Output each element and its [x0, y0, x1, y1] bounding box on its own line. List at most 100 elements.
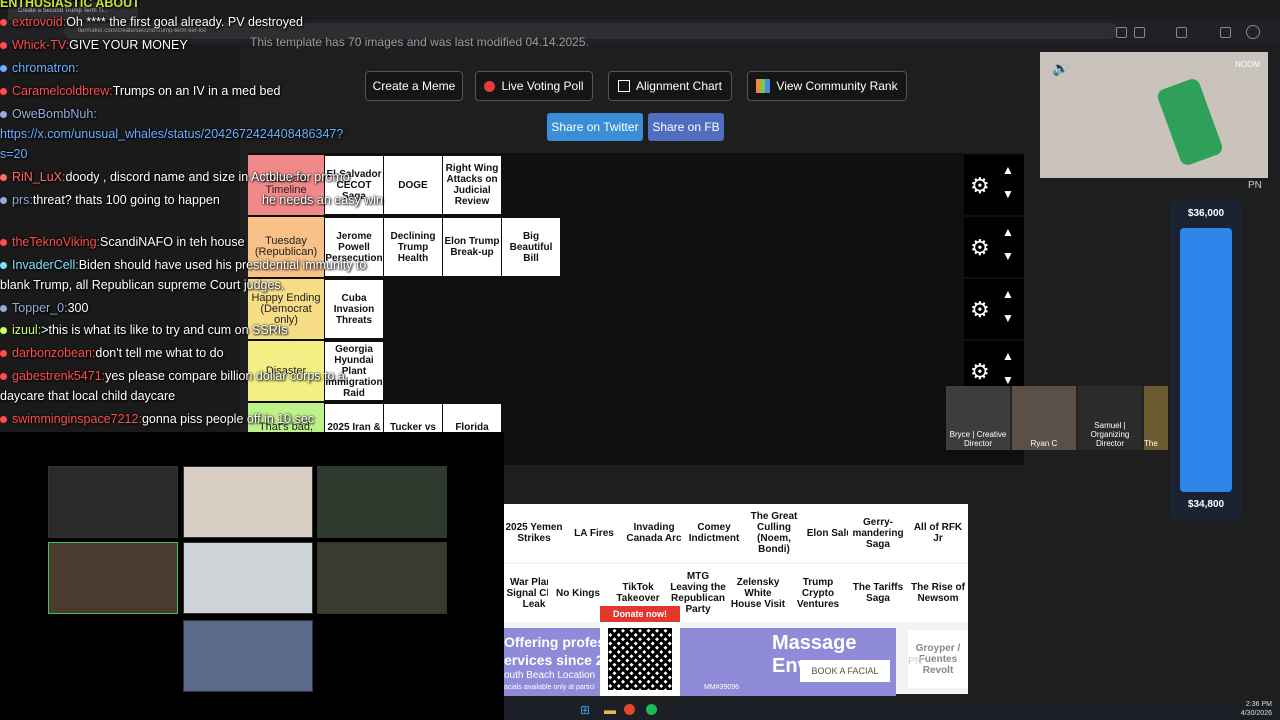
chat-message: theTeknoViking:ScandiNAFO in teh house: [0, 235, 245, 249]
user-badge-icon: [0, 305, 7, 313]
chat-text: >this is what its like to try and cum on…: [41, 323, 288, 337]
chat-text: threat? thats 100 going to happen: [32, 193, 220, 207]
tier-controls: ⚙ ▲ ▼: [964, 217, 1024, 277]
cam-name: Bryce | Creative Director: [949, 430, 1007, 448]
chat-text: yes please compare billion dollar corps …: [105, 369, 345, 383]
ad-video[interactable]: 🔊 NOOM: [1040, 52, 1268, 178]
window-icon[interactable]: [1220, 27, 1231, 38]
share-fb-button[interactable]: Share on FB: [648, 113, 724, 141]
chevron-down-icon[interactable]: ▼: [1002, 373, 1014, 387]
massage-envy-ad[interactable]: Offering profess ervices since 2 outh Be…: [504, 628, 896, 696]
tier-controls: ⚙ ▲ ▼: [964, 279, 1024, 339]
chevron-up-icon[interactable]: ▲: [1002, 163, 1014, 177]
participant-video: [48, 542, 178, 614]
chat-username[interactable]: extrovoid:: [12, 15, 66, 29]
chat-username[interactable]: darbonzobean:: [12, 346, 95, 360]
chat-username[interactable]: izuul:: [12, 323, 41, 337]
chat-text: don't tell me what to do: [95, 346, 224, 360]
book-facial-button[interactable]: BOOK A FACIAL: [800, 660, 890, 682]
search-icon[interactable]: [1116, 27, 1127, 38]
participant-video: [183, 542, 313, 614]
folder-icon[interactable]: ▬: [604, 703, 616, 717]
pool-item[interactable]: Invading Canada Arc: [624, 504, 684, 562]
chat-message: extrovoid:Oh **** the first goal already…: [0, 15, 303, 29]
chat-text: Biden should have used his presidential …: [78, 258, 367, 272]
chat-username[interactable]: chromatron:: [12, 61, 79, 75]
chevron-up-icon[interactable]: ▲: [1002, 349, 1014, 363]
pool-item[interactable]: Trump Crypto Ventures: [788, 564, 848, 622]
video-call-panel: [0, 432, 504, 720]
chat-username[interactable]: swimminginspace7212:: [12, 412, 142, 426]
windows-start-icon[interactable]: ⊞: [580, 703, 590, 717]
chat-text[interactable]: s=20: [0, 147, 27, 161]
pool-item[interactable]: Comey Indictment: [684, 504, 744, 562]
chat-username[interactable]: gabestrenk5471:: [12, 369, 105, 383]
chat-username[interactable]: RiN_LuX:: [12, 170, 66, 184]
side-cam: Samuel | Organizing Director: [1078, 386, 1142, 450]
chat-text[interactable]: https://x.com/unusual_whales/status/2042…: [0, 127, 343, 141]
bookmark-star-icon[interactable]: [1134, 27, 1145, 38]
user-badge-icon: [0, 416, 7, 424]
chat-text: GIVE YOUR MONEY: [69, 38, 188, 52]
chat-message: gabestrenk5471:yes please compare billio…: [0, 369, 345, 383]
goal-fill: [1180, 228, 1232, 492]
pool-item[interactable]: The Rise of Newsom: [908, 564, 968, 622]
pool-item[interactable]: The Tariffs Saga: [848, 564, 908, 622]
user-badge-icon: [0, 111, 7, 119]
chat-username[interactable]: theTeknoViking:: [12, 235, 100, 249]
chevron-up-icon[interactable]: ▲: [1002, 225, 1014, 239]
gear-icon[interactable]: ⚙: [970, 173, 990, 199]
chat-text: doody , discord name and size in Actblue…: [65, 170, 350, 184]
taskbar: ⊞ ▬ 2:36 PM 4/30/2026: [504, 700, 1280, 720]
cam-name: Samuel | Organizing Director: [1090, 421, 1130, 448]
pool-item[interactable]: 2025 Yemen Strikes: [504, 504, 564, 562]
chat-message: prs:threat? thats 100 going to happen: [0, 193, 220, 207]
pool-item[interactable]: Gerry-mandering Saga: [848, 504, 908, 562]
chat-message: darbonzobean:don't tell me what to do: [0, 346, 224, 360]
alignment-label: Alignment Chart: [635, 79, 723, 93]
cam-name: Ryan C: [1030, 439, 1058, 448]
chat-message: blank Trump, all Republican supreme Cour…: [0, 278, 284, 292]
chat-username[interactable]: prs:: [12, 193, 33, 207]
donate-banner[interactable]: Donate now!: [600, 606, 680, 622]
pn-badge: PN: [1248, 180, 1262, 191]
chat-username[interactable]: InvaderCell:: [12, 258, 79, 272]
share-twitter-button[interactable]: Share on Twitter: [547, 113, 643, 141]
pool-item[interactable]: No Kings: [548, 564, 608, 622]
chat-username[interactable]: Whick-TV:: [12, 38, 69, 52]
user-badge-icon: [0, 197, 7, 205]
community-rank-button[interactable]: View Community Rank: [747, 71, 907, 101]
chat-message: daycare that local child daycare: [0, 389, 175, 403]
side-cam-strip: Bryce | Creative Director Ryan C Samuel …: [946, 386, 1168, 450]
chat-username[interactable]: Topper_0:: [12, 301, 68, 315]
cam-name: The: [1144, 439, 1158, 448]
chevron-down-icon[interactable]: ▼: [1002, 249, 1014, 263]
chat-username[interactable]: OweBombNuh:: [12, 107, 97, 121]
gear-icon[interactable]: ⚙: [970, 235, 990, 261]
chevron-down-icon[interactable]: ▼: [1002, 311, 1014, 325]
pool-item[interactable]: All of RFK Jr: [908, 504, 968, 562]
grid-icon: [617, 80, 630, 92]
user-badge-icon: [0, 174, 7, 182]
volume-icon[interactable]: 🔊: [1052, 60, 1069, 77]
chevron-down-icon[interactable]: ▼: [1002, 187, 1014, 201]
side-cam: The: [1144, 386, 1168, 450]
chat-message: Topper_0:300: [0, 301, 88, 315]
phone-image: [1155, 76, 1225, 168]
spotify-icon[interactable]: [646, 704, 657, 715]
chrome-icon[interactable]: [624, 704, 635, 715]
chevron-up-icon[interactable]: ▲: [1002, 287, 1014, 301]
tier-controls: ⚙ ▲ ▼: [964, 155, 1024, 215]
ad-line: Offering profess: [504, 634, 613, 650]
gear-icon[interactable]: ⚙: [970, 359, 990, 385]
gear-icon[interactable]: ⚙: [970, 297, 990, 323]
profile-avatar[interactable]: [1246, 25, 1260, 39]
chat-username[interactable]: Caramelcoldbrew:: [12, 84, 113, 98]
alignment-chart-button[interactable]: Alignment Chart: [608, 71, 732, 101]
pool-item[interactable]: The Great Culling (Noem, Bondi): [744, 504, 804, 562]
pool-item[interactable]: LA Fires: [564, 504, 624, 562]
donate-qr-code[interactable]: [600, 622, 680, 696]
chat-message: InvaderCell:Biden should have used his p…: [0, 258, 366, 272]
extension-icon[interactable]: [1176, 27, 1187, 38]
pool-item[interactable]: Zelensky White House Visit: [728, 564, 788, 622]
